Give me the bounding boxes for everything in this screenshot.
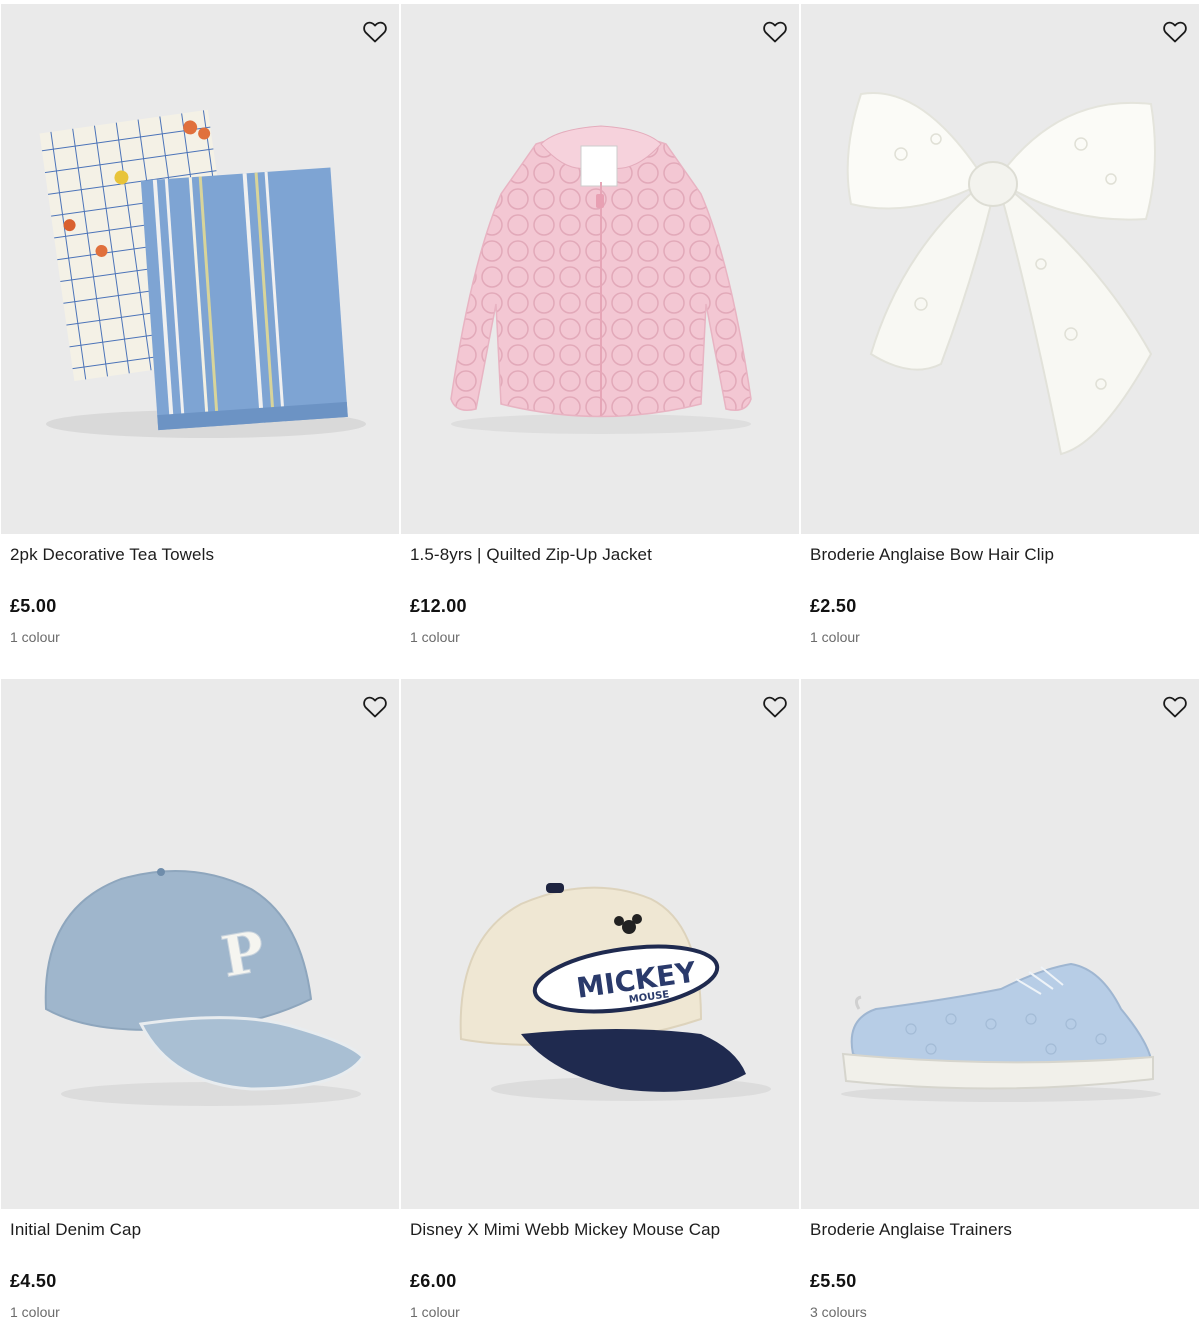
tea-towels-image [39,109,366,438]
product-price: £4.50 [10,1271,57,1291]
product-image[interactable] [401,4,799,534]
product-price: £5.00 [10,596,57,616]
product-card[interactable]: 1.5-8yrs | Quilted Zip-Up Jacket £12.00 … [401,0,799,675]
product-card[interactable]: Broderie Anglaise Bow Hair Clip £2.50 1 … [801,0,1199,675]
product-name[interactable]: 1.5-8yrs | Quilted Zip-Up Jacket [410,544,790,566]
product-name[interactable]: Initial Denim Cap [10,1219,390,1241]
trainers-image [841,962,1161,1102]
product-card[interactable]: Broderie Anglaise Trainers £5.50 3 colou… [801,675,1199,1324]
favourite-heart-icon[interactable] [361,18,389,46]
product-price: £2.50 [810,596,857,616]
favourite-heart-icon[interactable] [761,18,789,46]
product-image[interactable]: MICKEY MOUSE [401,679,799,1209]
product-image[interactable] [1,4,399,534]
product-info: Broderie Anglaise Trainers £5.50 3 colou… [801,1209,1199,1320]
product-card[interactable]: MICKEY MOUSE Disney X Mimi Webb Mickey M… [401,675,799,1324]
quilted-jacket-image [450,125,752,434]
product-image[interactable]: P [1,679,399,1209]
product-info: Broderie Anglaise Bow Hair Clip £2.50 1 … [801,534,1199,645]
product-price: £6.00 [410,1271,457,1291]
product-name[interactable]: Broderie Anglaise Trainers [810,1219,1190,1241]
bow-hair-clip-image [846,92,1156,456]
product-grid: 2pk Decorative Tea Towels £5.00 1 colour [0,0,1200,1324]
product-card[interactable]: 2pk Decorative Tea Towels £5.00 1 colour [1,0,399,675]
product-name[interactable]: 2pk Decorative Tea Towels [10,544,390,566]
favourite-heart-icon[interactable] [1161,693,1189,721]
product-card[interactable]: P Initial Denim Cap £4.50 1 colour [1,675,399,1324]
product-image[interactable] [801,679,1199,1209]
favourite-heart-icon[interactable] [361,693,389,721]
product-name[interactable]: Disney X Mimi Webb Mickey Mouse Cap [410,1219,790,1241]
product-info: Disney X Mimi Webb Mickey Mouse Cap £6.0… [401,1209,799,1320]
product-colour-count: 1 colour [10,1304,60,1320]
favourite-heart-icon[interactable] [1161,18,1189,46]
mickey-cap-image: MICKEY MOUSE [459,883,771,1101]
product-colour-count: 3 colours [810,1304,867,1320]
product-info: Initial Denim Cap £4.50 1 colour [1,1209,399,1320]
product-price: £5.50 [810,1271,857,1291]
product-colour-count: 1 colour [10,629,60,645]
product-colour-count: 1 colour [810,629,860,645]
product-info: 2pk Decorative Tea Towels £5.00 1 colour [1,534,399,645]
product-colour-count: 1 colour [410,1304,460,1320]
product-price: £12.00 [410,596,467,616]
product-colour-count: 1 colour [410,629,460,645]
denim-cap-image: P [44,868,365,1106]
product-info: 1.5-8yrs | Quilted Zip-Up Jacket £12.00 … [401,534,799,645]
product-image[interactable] [801,4,1199,534]
product-name[interactable]: Broderie Anglaise Bow Hair Clip [810,544,1190,566]
favourite-heart-icon[interactable] [761,693,789,721]
